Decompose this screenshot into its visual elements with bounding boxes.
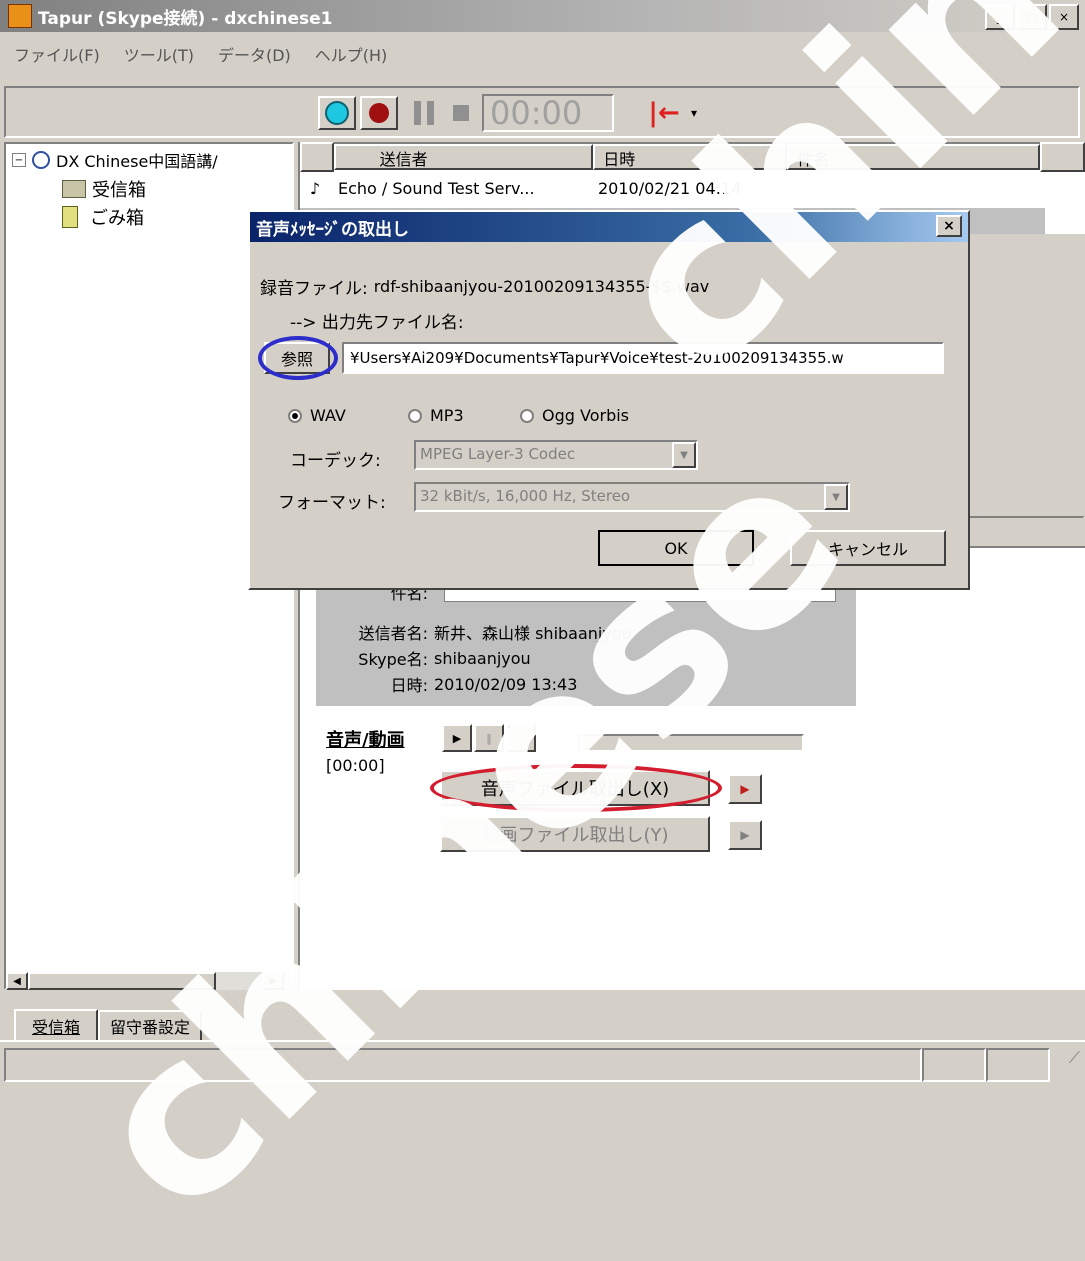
dialog-title-bar: 音声ﾒｯｾｰｼﾞの取出し × bbox=[250, 212, 968, 242]
scroll-left-icon[interactable]: ◀ bbox=[6, 972, 28, 990]
skype-label: Skype名: bbox=[358, 650, 428, 669]
jump-start-icon: |← bbox=[648, 98, 680, 128]
output-path-field[interactable]: ¥Users¥Ai209¥Documents¥Tapur¥Voice¥test-… bbox=[342, 342, 944, 374]
extract-video-button[interactable]: 動画ファイル取出し(Y) bbox=[440, 816, 710, 852]
format-dropdown-icon[interactable]: ▼ bbox=[824, 484, 848, 510]
tree-item-trash[interactable]: ごみ箱 bbox=[62, 204, 144, 230]
media-title: 音声/動画 bbox=[326, 730, 405, 751]
radio-mp3[interactable] bbox=[408, 408, 422, 423]
resize-grip-icon[interactable]: ⟋ bbox=[1050, 1048, 1080, 1078]
menu-help[interactable]: ヘルプ(H) bbox=[315, 42, 388, 66]
status-panel-main bbox=[4, 1048, 922, 1082]
stop-icon bbox=[453, 105, 469, 121]
pause-button[interactable] bbox=[408, 96, 440, 130]
skype-value: shibaanjyou bbox=[434, 648, 531, 668]
output-label: --> 出力先ファイル名: bbox=[290, 313, 464, 333]
tab-inbox[interactable]: 受信箱 bbox=[14, 1009, 99, 1041]
skype-contact-icon bbox=[32, 151, 50, 169]
menu-bar: ファイル(F) ツール(T) データ(D) ヘルプ(H) bbox=[0, 32, 1085, 76]
format-label: フォーマット: bbox=[278, 493, 386, 513]
close-icon[interactable]: × bbox=[1049, 4, 1079, 30]
radio-wav[interactable] bbox=[288, 408, 302, 423]
sender-label: 送信者名: bbox=[358, 624, 428, 643]
date-label: 日時: bbox=[390, 676, 428, 695]
extract-dialog: 音声ﾒｯｾｰｼﾞの取出し × 録音ファイル: rdf-shibaanjyou-2… bbox=[248, 210, 970, 590]
record-button[interactable] bbox=[360, 96, 398, 130]
audio-highlight-ellipse bbox=[430, 764, 722, 812]
format-radio-mp3[interactable]: MP3 bbox=[408, 406, 464, 425]
sender-value: 新井、森山様 shibaanjyou bbox=[434, 624, 632, 643]
minimize-icon[interactable]: _ bbox=[985, 4, 1015, 30]
tree-root-label[interactable]: DX Chinese中国語講/ bbox=[56, 148, 218, 172]
toolbar: 00:00 |← ▾ bbox=[4, 86, 1080, 138]
menu-file[interactable]: ファイル(F) bbox=[14, 42, 100, 66]
format-radio-wav[interactable]: WAV bbox=[288, 406, 346, 425]
play-button[interactable] bbox=[318, 96, 356, 130]
record-file-value: rdf-shibaanjyou-20100209134355-$$.wav bbox=[373, 277, 710, 296]
media-progress-bar[interactable] bbox=[578, 734, 804, 752]
status-panel-3 bbox=[986, 1048, 1050, 1082]
column-header-datetime[interactable]: 日時 bbox=[593, 144, 788, 170]
scroll-thumb[interactable] bbox=[28, 972, 216, 990]
dialog-close-icon[interactable]: × bbox=[936, 215, 962, 237]
list-header: 送信者 日時 件名 bbox=[300, 142, 1085, 172]
record-icon bbox=[369, 103, 389, 123]
trash-icon bbox=[62, 206, 78, 228]
tab-answering-settings[interactable]: 留守番設定 bbox=[98, 1010, 203, 1042]
media-play-button[interactable]: ▶ bbox=[442, 724, 472, 752]
window-title: Tapur (Skype接続) - dxchinese1 bbox=[38, 8, 333, 29]
scroll-right-icon[interactable]: ▶ bbox=[262, 972, 284, 990]
status-panel-2 bbox=[922, 1048, 986, 1082]
jump-start-button[interactable]: |← bbox=[646, 96, 682, 130]
maximize-icon[interactable]: □ bbox=[1017, 4, 1047, 30]
menu-tools[interactable]: ツール(T) bbox=[124, 42, 194, 66]
column-header-icon[interactable] bbox=[300, 142, 334, 172]
extract-audio-menu-button[interactable]: ▶ bbox=[728, 774, 762, 804]
extract-video-menu-button[interactable]: ▶ bbox=[728, 820, 762, 850]
pause-icon bbox=[414, 101, 434, 125]
format-select[interactable]: 32 kBit/s, 16,000 Hz, Stereo ▼ bbox=[414, 482, 850, 512]
browse-highlight-ellipse bbox=[258, 336, 338, 380]
media-stop-button[interactable]: □ bbox=[506, 724, 536, 752]
toolbar-dropdown[interactable]: ▾ bbox=[684, 98, 704, 128]
play-icon bbox=[325, 101, 349, 125]
collapse-icon[interactable]: − bbox=[12, 153, 26, 167]
radio-ogg[interactable] bbox=[520, 408, 534, 423]
media-pause-button[interactable]: ‖ bbox=[474, 724, 504, 752]
column-header-subject[interactable]: 件名 bbox=[787, 144, 1041, 170]
tree-hscrollbar[interactable]: ◀ ▶ bbox=[6, 972, 292, 990]
codec-label: コーデック: bbox=[290, 451, 381, 471]
tab-bar: 受信箱 留守番設定 bbox=[14, 1009, 203, 1042]
inbox-folder-icon bbox=[62, 180, 86, 198]
table-row[interactable]: ♪ Echo / Sound Test Serv... 2010/02/21 0… bbox=[300, 174, 1085, 202]
cancel-button[interactable]: キャンセル bbox=[790, 530, 946, 566]
stop-button[interactable] bbox=[446, 96, 476, 130]
menu-data[interactable]: データ(D) bbox=[218, 42, 291, 66]
codec-dropdown-icon[interactable]: ▼ bbox=[672, 442, 696, 468]
format-radio-ogg[interactable]: Ogg Vorbis bbox=[520, 406, 629, 425]
title-bar: Tapur (Skype接続) - dxchinese1 _ □ × bbox=[0, 0, 1085, 32]
media-time: [00:00] bbox=[326, 756, 385, 775]
ok-button[interactable]: OK bbox=[598, 530, 754, 566]
status-bar: ⟋ bbox=[0, 1046, 1085, 1082]
codec-select[interactable]: MPEG Layer-3 Codec ▼ bbox=[414, 440, 698, 470]
record-file-label: 録音ファイル: bbox=[260, 279, 368, 299]
voice-message-icon: ♪ bbox=[309, 178, 321, 198]
tree-item-inbox[interactable]: 受信箱 bbox=[62, 176, 146, 202]
app-icon bbox=[8, 4, 32, 28]
date-value: 2010/02/09 13:43 bbox=[434, 674, 578, 694]
column-header-sender[interactable]: 送信者 bbox=[333, 144, 594, 170]
time-display: 00:00 bbox=[482, 94, 614, 132]
